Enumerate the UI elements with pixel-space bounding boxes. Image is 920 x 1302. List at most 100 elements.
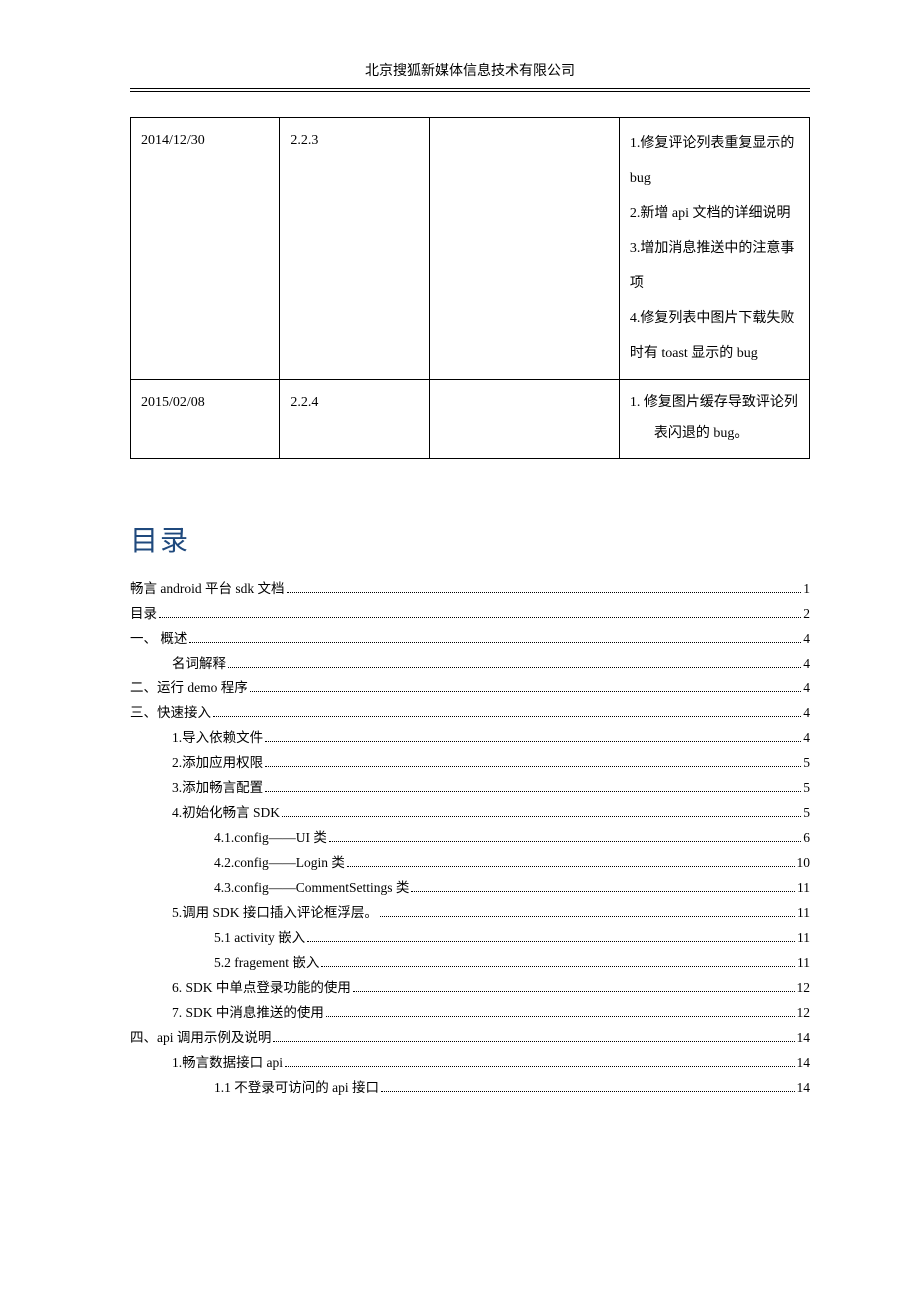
toc-entry[interactable]: 四、api 调用示例及说明 14 bbox=[130, 1026, 810, 1051]
toc-leader bbox=[307, 941, 795, 942]
toc-label: 5.调用 SDK 接口插入评论框浮层。 bbox=[172, 901, 378, 926]
toc-page: 14 bbox=[797, 1076, 811, 1101]
toc-entry[interactable]: 1.导入依赖文件 4 bbox=[130, 726, 810, 751]
toc-heading: 目录 bbox=[130, 519, 810, 559]
toc-entry[interactable]: 2.添加应用权限5 bbox=[130, 751, 810, 776]
toc-label: 5.2 fragement 嵌入 bbox=[214, 951, 319, 976]
toc-leader bbox=[353, 991, 795, 992]
toc-entry[interactable]: 6. SDK 中单点登录功能的使用 12 bbox=[130, 976, 810, 1001]
toc-label: 7. SDK 中消息推送的使用 bbox=[172, 1001, 324, 1026]
toc-entry[interactable]: 5.1 activity 嵌入 11 bbox=[130, 926, 810, 951]
toc-leader bbox=[287, 592, 802, 593]
cell-notes: 1. 修复图片缓存导致评论列表闪退的 bug。 bbox=[619, 380, 809, 459]
toc-label: 畅言 android 平台 sdk 文档 bbox=[130, 577, 285, 602]
toc-label: 目录 bbox=[130, 602, 157, 627]
toc-page: 10 bbox=[797, 851, 811, 876]
toc-page: 5 bbox=[803, 801, 810, 826]
toc-page: 6 bbox=[803, 826, 810, 851]
toc-entry[interactable]: 5.2 fragement 嵌入 11 bbox=[130, 951, 810, 976]
toc-leader bbox=[321, 966, 795, 967]
toc-label: 4.初始化畅言 SDK bbox=[172, 801, 280, 826]
toc-page: 12 bbox=[797, 976, 811, 1001]
note-item: 4.修复列表中图片下载失败时有 toast 显示的 bug bbox=[630, 301, 799, 371]
version-table: 2014/12/302.2.3 1.修复评论列表重复显示的 bug2.新增 api… bbox=[130, 117, 810, 459]
toc-label: 二、运行 demo 程序 bbox=[130, 676, 248, 701]
toc-leader bbox=[411, 891, 795, 892]
toc-entry[interactable]: 5.调用 SDK 接口插入评论框浮层。 11 bbox=[130, 901, 810, 926]
toc-label: 5.1 activity 嵌入 bbox=[214, 926, 305, 951]
toc-leader bbox=[380, 916, 795, 917]
toc-leader bbox=[285, 1066, 795, 1067]
toc-entry[interactable]: 4.3.config——CommentSettings 类 11 bbox=[130, 876, 810, 901]
toc-entry[interactable]: 4.1.config——UI 类 6 bbox=[130, 826, 810, 851]
toc-label: 四、api 调用示例及说明 bbox=[130, 1026, 271, 1051]
toc-page: 12 bbox=[797, 1001, 811, 1026]
toc-leader bbox=[228, 667, 801, 668]
table-row: 2015/02/082.2.4 1. 修复图片缓存导致评论列表闪退的 bug。 bbox=[131, 380, 810, 459]
header-divider bbox=[130, 91, 810, 92]
toc-page: 14 bbox=[797, 1026, 811, 1051]
toc-page: 1 bbox=[803, 577, 810, 602]
note-item: 1.修复评论列表重复显示的 bug bbox=[630, 126, 799, 196]
toc-entry[interactable]: 畅言 android 平台 sdk 文档 1 bbox=[130, 577, 810, 602]
toc: 畅言 android 平台 sdk 文档1目录2一、 概述4名词解释4二、运行 … bbox=[130, 577, 810, 1101]
toc-entry[interactable]: 二、运行 demo 程序 4 bbox=[130, 676, 810, 701]
toc-entry[interactable]: 三、快速接入4 bbox=[130, 701, 810, 726]
toc-entry[interactable]: 一、 概述 4 bbox=[130, 627, 810, 652]
toc-page: 11 bbox=[797, 951, 810, 976]
cell-version: 2.2.4 bbox=[280, 380, 429, 459]
note-item: 2.新增 api 文档的详细说明 bbox=[630, 196, 799, 231]
cell-version: 2.2.3 bbox=[280, 118, 429, 380]
toc-leader bbox=[381, 1091, 795, 1092]
cell-date: 2015/02/08 bbox=[131, 380, 280, 459]
toc-page: 4 bbox=[803, 627, 810, 652]
toc-leader bbox=[265, 766, 801, 767]
toc-page: 11 bbox=[797, 901, 810, 926]
toc-label: 4.1.config——UI 类 bbox=[214, 826, 327, 851]
toc-page: 2 bbox=[803, 602, 810, 627]
toc-label: 1.畅言数据接口 api bbox=[172, 1051, 283, 1076]
cell-empty bbox=[429, 118, 619, 380]
toc-leader bbox=[213, 716, 801, 717]
toc-label: 2.添加应用权限 bbox=[172, 751, 263, 776]
toc-label: 1.导入依赖文件 bbox=[172, 726, 263, 751]
toc-page: 4 bbox=[803, 652, 810, 677]
toc-page: 11 bbox=[797, 876, 810, 901]
page-header: 北京搜狐新媒体信息技术有限公司 bbox=[130, 60, 810, 89]
toc-leader bbox=[329, 841, 801, 842]
toc-label: 4.2.config——Login 类 bbox=[214, 851, 345, 876]
toc-leader bbox=[265, 791, 801, 792]
toc-leader bbox=[265, 741, 801, 742]
toc-label: 4.3.config——CommentSettings 类 bbox=[214, 876, 409, 901]
toc-leader bbox=[282, 816, 801, 817]
toc-page: 14 bbox=[797, 1051, 811, 1076]
toc-leader bbox=[273, 1041, 794, 1042]
toc-entry[interactable]: 名词解释4 bbox=[130, 652, 810, 677]
toc-label: 一、 概述 bbox=[130, 627, 187, 652]
toc-leader bbox=[326, 1016, 795, 1017]
cell-notes: 1.修复评论列表重复显示的 bug2.新增 api 文档的详细说明3.增加消息推… bbox=[619, 118, 809, 380]
toc-entry[interactable]: 7. SDK 中消息推送的使用 12 bbox=[130, 1001, 810, 1026]
toc-leader bbox=[159, 617, 801, 618]
toc-entry[interactable]: 3.添加畅言配置5 bbox=[130, 776, 810, 801]
toc-entry[interactable]: 1.畅言数据接口 api 14 bbox=[130, 1051, 810, 1076]
cell-empty bbox=[429, 380, 619, 459]
toc-page: 4 bbox=[803, 676, 810, 701]
toc-label: 3.添加畅言配置 bbox=[172, 776, 263, 801]
toc-entry[interactable]: 1.1 不登录可访问的 api 接口 14 bbox=[130, 1076, 810, 1101]
note-item: 3.增加消息推送中的注意事项 bbox=[630, 231, 799, 301]
toc-page: 4 bbox=[803, 726, 810, 751]
toc-leader bbox=[347, 866, 795, 867]
toc-entry[interactable]: 4.初始化畅言 SDK 5 bbox=[130, 801, 810, 826]
note-item: 1. 修复图片缓存导致评论列表闪退的 bug。 bbox=[630, 388, 799, 450]
toc-entry[interactable]: 目录 2 bbox=[130, 602, 810, 627]
table-row: 2014/12/302.2.3 1.修复评论列表重复显示的 bug2.新增 api… bbox=[131, 118, 810, 380]
toc-page: 11 bbox=[797, 926, 810, 951]
toc-label: 1.1 不登录可访问的 api 接口 bbox=[214, 1076, 379, 1101]
toc-label: 6. SDK 中单点登录功能的使用 bbox=[172, 976, 351, 1001]
toc-leader bbox=[250, 691, 802, 692]
toc-leader bbox=[189, 642, 801, 643]
toc-entry[interactable]: 4.2.config——Login 类 10 bbox=[130, 851, 810, 876]
cell-date: 2014/12/30 bbox=[131, 118, 280, 380]
toc-label: 三、快速接入 bbox=[130, 701, 211, 726]
